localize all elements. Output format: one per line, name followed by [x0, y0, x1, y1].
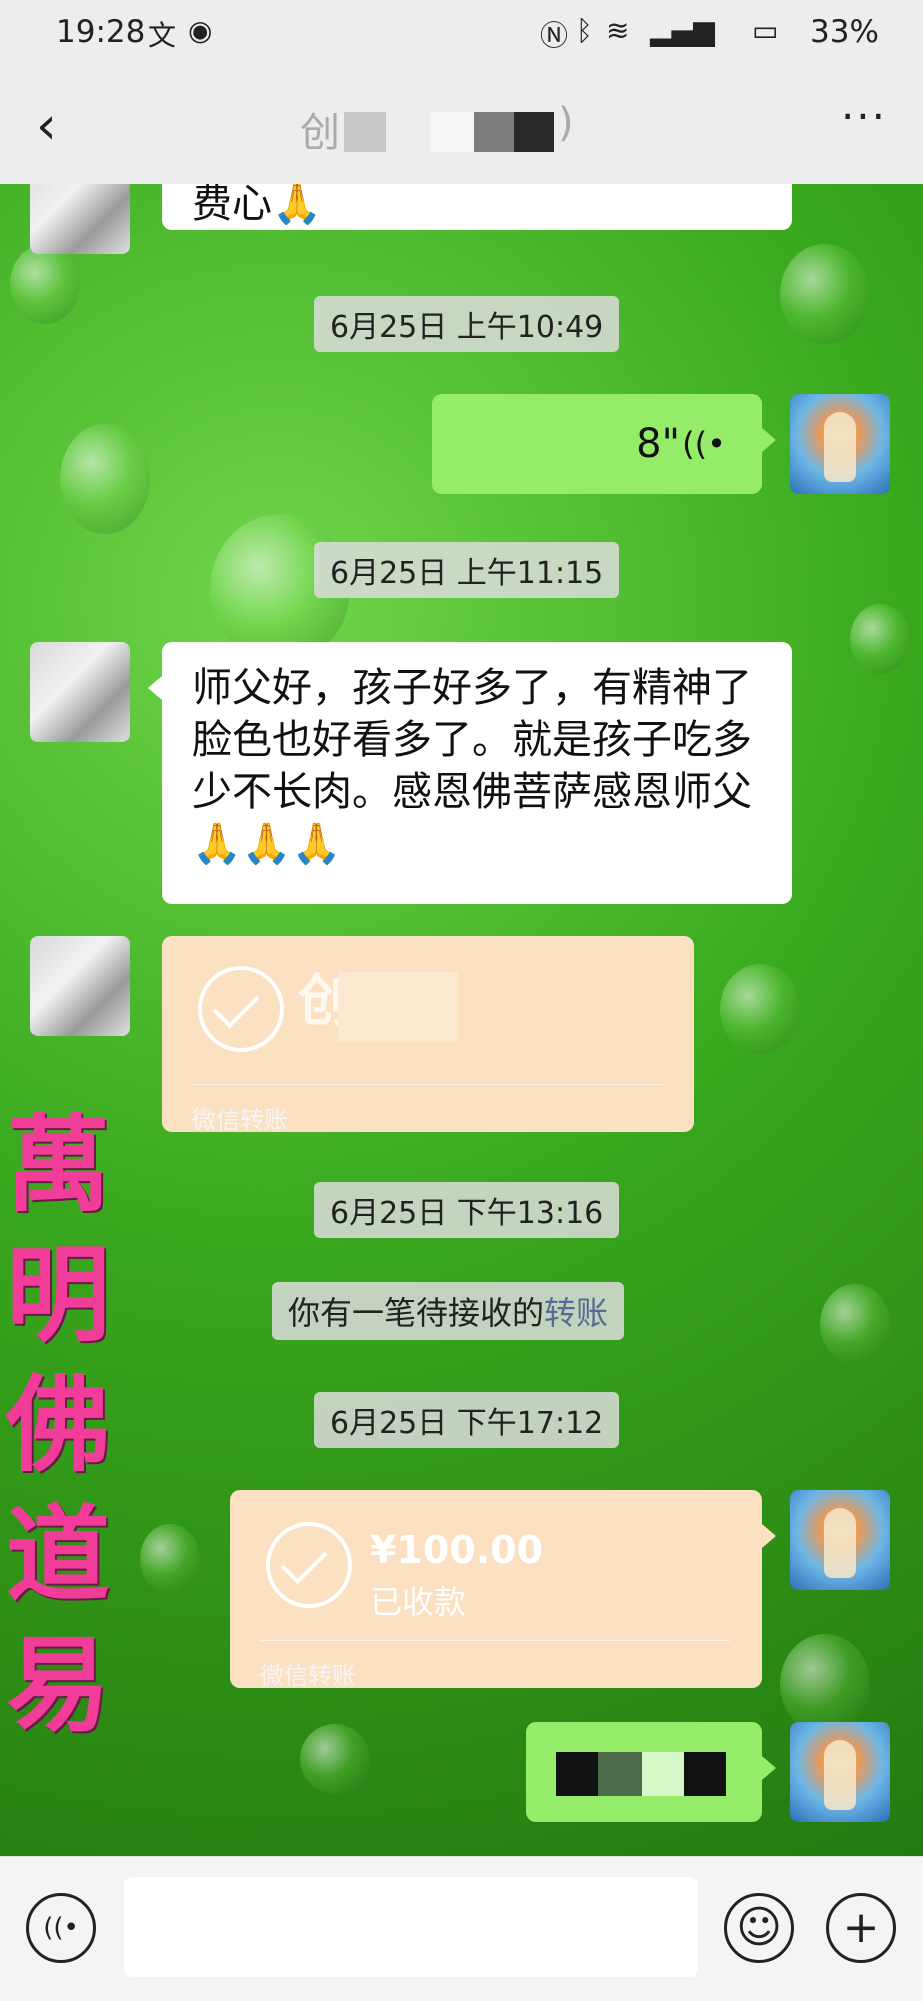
- system-message: 你有一笔待接收的转账: [272, 1282, 625, 1340]
- title-mosaic: [344, 112, 386, 152]
- more-actions-button[interactable]: +: [826, 1893, 896, 1963]
- transfer-amount: ¥100.00: [370, 1528, 544, 1572]
- message-bubble[interactable]: [526, 1722, 776, 1822]
- amount-mosaic: [338, 972, 458, 1042]
- water-drop: [60, 424, 150, 534]
- message-text: 师父好，孩子好多了，有精神了脸色也好看多了。就是孩子吃多少不长肉。感恩佛菩萨感恩…: [192, 665, 752, 867]
- water-drop: [850, 604, 910, 674]
- water-drop: [140, 1524, 200, 1594]
- message-bubble[interactable]: 师父好，孩子好多了，有精神了脸色也好看多了。就是孩子吃多少不长肉。感恩佛菩萨感恩…: [148, 642, 792, 904]
- timestamp: 6月25日 上午11:15: [314, 542, 620, 598]
- title-mosaic: [430, 112, 474, 152]
- emoji-button[interactable]: ☺: [724, 1893, 794, 1963]
- contact-avatar[interactable]: [30, 184, 130, 254]
- battery-icon: ▭: [752, 14, 779, 47]
- input-bar: ((• ☺ +: [0, 1856, 923, 2001]
- water-drop: [300, 1724, 370, 1794]
- text-mosaic: [684, 1752, 726, 1796]
- voice-message[interactable]: 8" ((•: [432, 394, 776, 494]
- timestamp: 6月25日 下午17:12: [314, 1392, 620, 1448]
- wifi-icon: ≋: [606, 14, 630, 47]
- battery-percent: 33%: [810, 14, 879, 50]
- transfer-check-icon: [266, 1522, 352, 1608]
- transfer-label: 微信转账: [192, 1106, 288, 1134]
- status-time: 19:28: [56, 14, 146, 50]
- transfer-link[interactable]: 转账: [544, 1294, 608, 1332]
- text-mosaic: [556, 1752, 598, 1796]
- water-drop: [820, 1284, 890, 1364]
- chat-header: ‹ 创 ) ···: [0, 72, 923, 184]
- my-avatar[interactable]: [790, 1490, 890, 1590]
- voice-duration: 8": [636, 421, 680, 467]
- contact-avatar[interactable]: [30, 936, 130, 1036]
- nfc-icon: Ⓝ: [540, 19, 569, 52]
- cn-input-icon: 文: [148, 19, 177, 52]
- chat-area[interactable]: 费心🙏 6月25日 上午10:49 8" ((• 6月25日 上午11:15 师…: [0, 184, 923, 1856]
- back-button[interactable]: ‹: [36, 100, 57, 152]
- timestamp: 6月25日 上午10:49: [314, 296, 620, 352]
- water-drop: [10, 244, 80, 324]
- water-drop: [780, 1634, 870, 1734]
- title-mosaic: [514, 112, 554, 152]
- status-bar: 19:28 文 ◉ Ⓝ ᛒ ≋ ▂▄▆ ▭ 33%: [0, 0, 923, 72]
- contact-avatar[interactable]: [30, 642, 130, 742]
- message-bubble[interactable]: 费心🙏: [162, 184, 792, 230]
- chat-title-char: 创: [300, 110, 340, 156]
- more-options-button[interactable]: ···: [841, 92, 887, 141]
- transfer-card[interactable]: 创 微信转账: [162, 936, 694, 1134]
- text-mosaic: [598, 1752, 642, 1796]
- title-mosaic: [474, 112, 514, 152]
- message-input[interactable]: [124, 1877, 698, 1977]
- transfer-label: 微信转账: [260, 1662, 356, 1690]
- voice-input-button[interactable]: ((•: [26, 1893, 96, 1963]
- my-avatar[interactable]: [790, 1722, 890, 1822]
- eye-icon: ◉: [188, 14, 213, 47]
- transfer-check-icon: [198, 966, 284, 1052]
- voice-icon: ((•: [682, 425, 726, 463]
- timestamp: 6月25日 下午13:16: [314, 1182, 620, 1238]
- water-drop: [720, 964, 800, 1054]
- bluetooth-icon: ᛒ: [576, 14, 593, 47]
- transfer-status: 已收款: [370, 1583, 467, 1621]
- signal-icon: ▂▄▆: [650, 14, 715, 47]
- transfer-card[interactable]: ¥100.00 已收款 微信转账: [230, 1490, 776, 1690]
- chat-title: 创 ): [300, 100, 620, 156]
- my-avatar[interactable]: [790, 394, 890, 494]
- chat-title-suffix: ): [558, 100, 574, 146]
- message-text: 费心🙏: [192, 184, 322, 227]
- watermark-text: 萬明佛道易: [6, 1103, 111, 1746]
- text-mosaic: [642, 1752, 684, 1796]
- system-text: 你有一笔待接收的: [288, 1294, 545, 1332]
- water-drop: [780, 244, 870, 344]
